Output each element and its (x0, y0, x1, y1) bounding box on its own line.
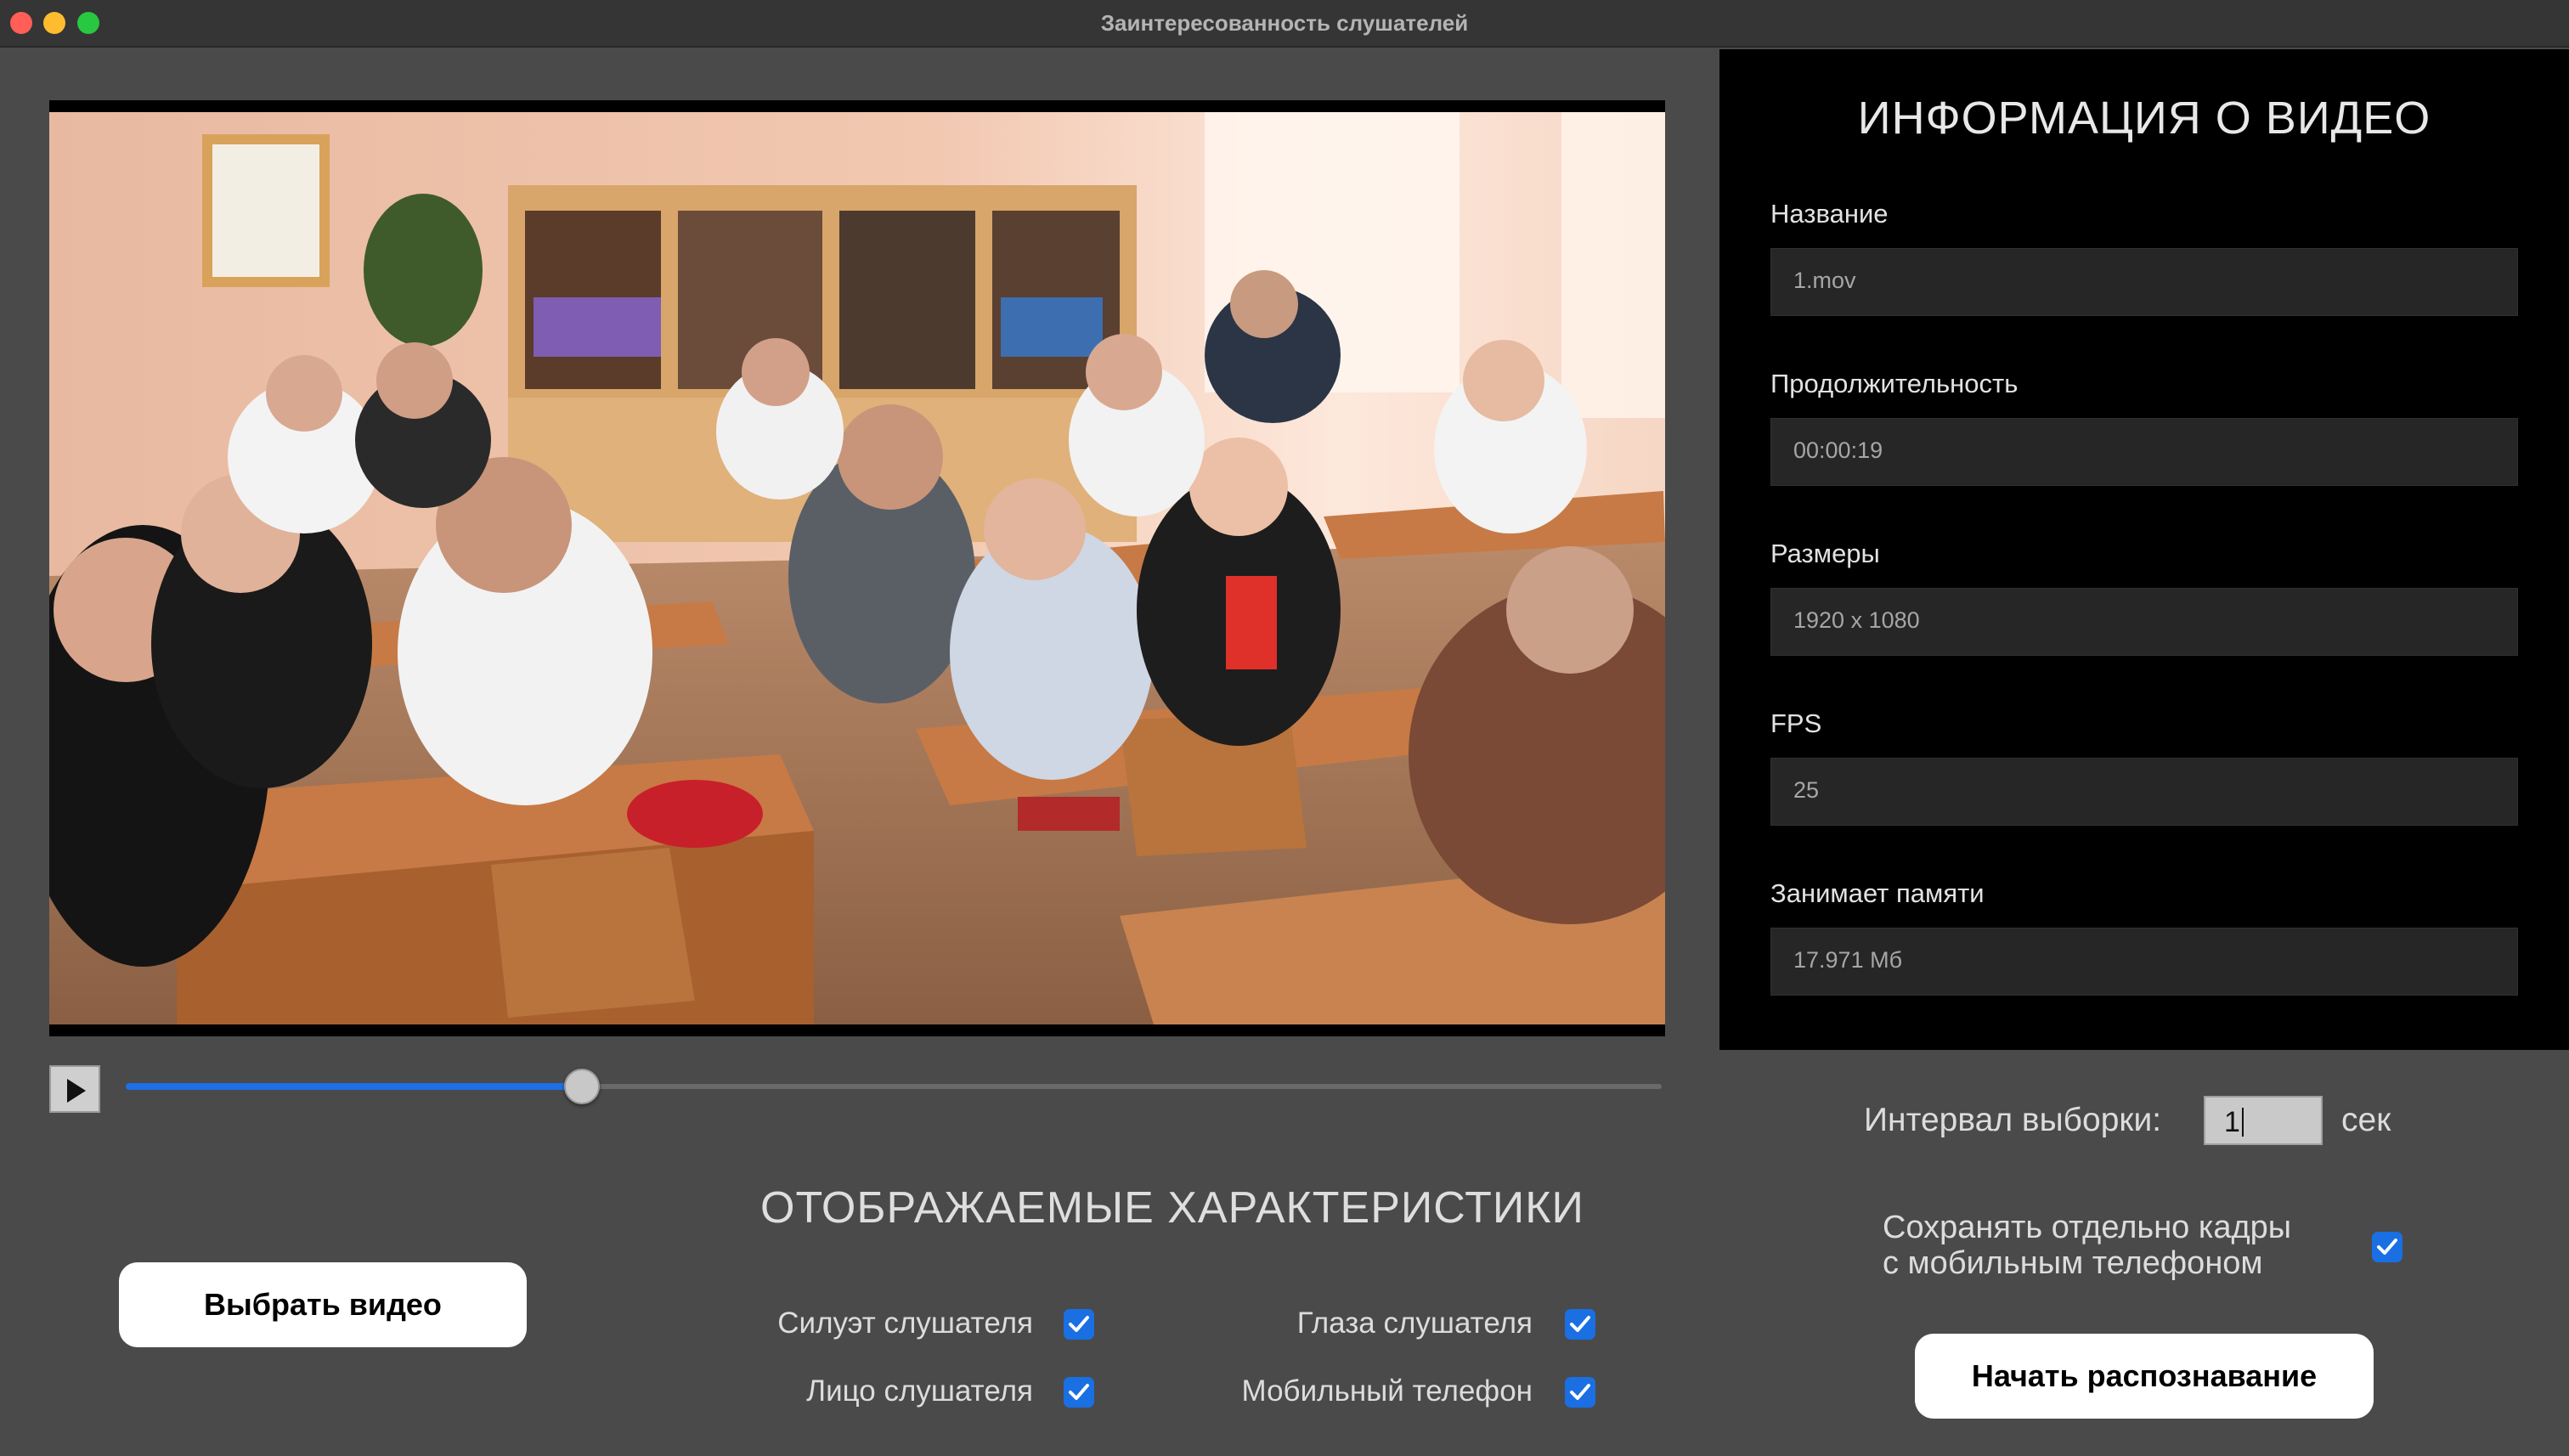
feature-face-label: Лицо слушателя (806, 1374, 1033, 1408)
checkmark-icon (1570, 1384, 1590, 1400)
duration-value: 00:00:19 (1793, 437, 1883, 463)
interval-unit: сек (2341, 1102, 2391, 1138)
checkmark-icon (1069, 1384, 1089, 1400)
start-recognition-button[interactable]: Начать распознавание (1915, 1334, 2374, 1419)
video-info-panel: ИНФОРМАЦИЯ О ВИДЕО Название 1.mov Продол… (1719, 49, 2569, 1050)
feature-phone-label: Мобильный телефон (1241, 1374, 1533, 1408)
slider-handle[interactable] (563, 1069, 600, 1104)
interval-input[interactable]: 1 (2204, 1096, 2323, 1145)
duration-field: 00:00:19 (1770, 418, 2518, 486)
classroom-video-frame (49, 100, 1665, 1036)
fps-value: 25 (1793, 777, 1820, 803)
slider-fill (126, 1083, 582, 1090)
fps-field: 25 (1770, 758, 2518, 826)
save-phone-frames-label: Сохранять отдельно кадры с мобильным тел… (1883, 1210, 2358, 1281)
title-bar: Заинтересованность слушателей (0, 0, 2569, 48)
feature-silhouette-label: Силуэт слушателя (777, 1306, 1033, 1340)
dimensions-value: 1920 x 1080 (1793, 607, 1920, 633)
video-progress-slider[interactable] (126, 1069, 1662, 1104)
fps-label: FPS (1770, 708, 1822, 738)
checkmark-icon (1069, 1316, 1089, 1332)
feature-silhouette-checkbox[interactable] (1064, 1309, 1094, 1340)
play-icon (67, 1079, 86, 1103)
feature-eyes-label: Глаза слушателя (1296, 1306, 1533, 1340)
video-preview (49, 100, 1665, 1036)
interval-label: Интервал выборки: (1864, 1102, 2162, 1138)
size-value: 17.971 Мб (1793, 947, 1903, 973)
window-title: Заинтересованность слушателей (1100, 10, 1469, 36)
play-button[interactable] (49, 1065, 100, 1113)
size-field: 17.971 Мб (1770, 928, 2518, 996)
checkmark-icon (1570, 1316, 1590, 1332)
feature-face-checkbox[interactable] (1064, 1377, 1094, 1408)
select-video-button[interactable]: Выбрать видео (119, 1262, 527, 1347)
duration-label: Продолжительность (1770, 369, 2019, 398)
name-field: 1.mov (1770, 248, 2518, 316)
info-panel-title: ИНФОРМАЦИЯ О ВИДЕО (1857, 93, 2431, 144)
dimensions-label: Размеры (1770, 539, 1880, 568)
save-phone-frames-line2: с мобильным телефоном (1883, 1245, 2263, 1281)
name-value: 1.mov (1793, 268, 1856, 293)
name-label: Название (1770, 199, 1889, 229)
interval-value: 1 (2224, 1106, 2240, 1138)
text-caret (2241, 1108, 2244, 1137)
feature-eyes-checkbox[interactable] (1565, 1309, 1595, 1340)
dimensions-field: 1920 x 1080 (1770, 588, 2518, 656)
save-phone-frames-line1: Сохранять отдельно кадры (1883, 1210, 2292, 1245)
size-label: Занимает памяти (1770, 878, 1985, 908)
feature-phone-checkbox[interactable] (1565, 1377, 1595, 1408)
checkmark-icon (2377, 1239, 2397, 1255)
features-title: ОТОБРАЖАЕМЫЕ ХАРАКТЕРИСТИКИ (760, 1183, 1584, 1233)
save-phone-frames-checkbox[interactable] (2372, 1232, 2402, 1262)
